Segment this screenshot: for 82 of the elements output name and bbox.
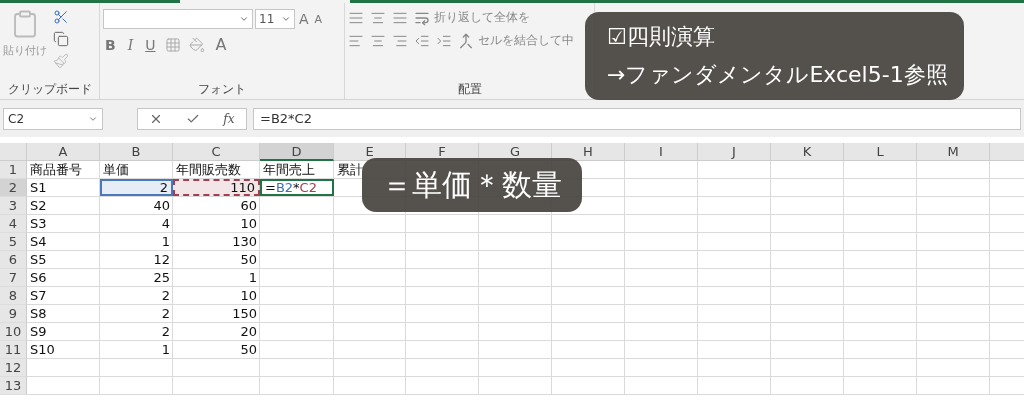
table-cell-text: 1 bbox=[160, 233, 171, 250]
table-cell-text: 1 bbox=[247, 269, 258, 286]
caption-line: →ファンダメンタルExcel5-1参照 bbox=[607, 61, 948, 89]
font-size-field[interactable]: 11 bbox=[255, 9, 295, 29]
insert-function-button[interactable]: fx bbox=[223, 111, 235, 126]
table-cell-text: 1 bbox=[160, 341, 171, 358]
table-cell: 110 bbox=[173, 179, 260, 196]
table-cell-text: 単価 bbox=[102, 161, 130, 178]
row-header[interactable]: 11 bbox=[0, 341, 27, 359]
row-header[interactable]: 8 bbox=[0, 287, 27, 305]
table-cell-text: 年間売上 bbox=[262, 161, 316, 178]
row-header[interactable]: 4 bbox=[0, 215, 27, 233]
table-cell-text: 2 bbox=[160, 323, 171, 340]
table-cell-text: 2 bbox=[160, 287, 171, 304]
group-label: クリップボード bbox=[7, 81, 92, 97]
column-header[interactable]: M bbox=[917, 143, 990, 161]
table-cell-text: S4 bbox=[29, 233, 48, 250]
column-header[interactable]: B bbox=[100, 143, 173, 161]
table-cell-text: 累計 bbox=[336, 161, 364, 178]
row-header[interactable]: 13 bbox=[0, 377, 27, 395]
column-header[interactable]: L bbox=[844, 143, 917, 161]
table-cell-text: 25 bbox=[152, 269, 171, 286]
table-cell-text: 50 bbox=[239, 341, 258, 358]
table-cell-text: S9 bbox=[29, 323, 48, 340]
grow-font-button[interactable]: A bbox=[297, 11, 311, 27]
table-cell-text: S2 bbox=[29, 197, 48, 214]
table-cell-text: S8 bbox=[29, 305, 48, 322]
font-name-field[interactable] bbox=[103, 9, 253, 29]
shrink-font-button[interactable]: A bbox=[312, 12, 325, 26]
table-cell-text: 商品番号 bbox=[29, 161, 83, 178]
row-header[interactable]: 5 bbox=[0, 233, 27, 251]
row-header[interactable]: 1 bbox=[0, 161, 27, 179]
table-cell-text: S1 bbox=[29, 179, 48, 196]
borders-icon[interactable] bbox=[165, 36, 182, 53]
group-label: 配置 bbox=[457, 81, 482, 97]
table-cell-text: S10 bbox=[29, 341, 56, 358]
font-color-button[interactable]: A bbox=[213, 35, 229, 54]
table-cell-text: 2 bbox=[160, 305, 171, 322]
row-header[interactable]: 9 bbox=[0, 305, 27, 323]
italic-button[interactable]: I bbox=[125, 36, 136, 53]
table-cell-text: 20 bbox=[239, 323, 258, 340]
row-header[interactable]: 6 bbox=[0, 251, 27, 269]
column-header[interactable]: D bbox=[260, 143, 334, 161]
table-cell-text: 10 bbox=[239, 215, 258, 232]
bold-button[interactable]: B bbox=[103, 36, 118, 53]
table-cell-text: S5 bbox=[29, 251, 48, 268]
underline-button[interactable]: U bbox=[143, 36, 158, 53]
table-cell-text: 40 bbox=[152, 197, 171, 214]
column-header[interactable]: H bbox=[552, 143, 625, 161]
table-cell-text: S6 bbox=[29, 269, 48, 286]
name-box[interactable]: C2 bbox=[3, 107, 103, 130]
row-header[interactable]: 3 bbox=[0, 197, 27, 215]
column-header[interactable]: C bbox=[173, 143, 260, 161]
column-header[interactable]: J bbox=[698, 143, 771, 161]
row-header[interactable]: 2 bbox=[0, 179, 27, 197]
column-header[interactable]: K bbox=[771, 143, 844, 161]
table-cell-text: 50 bbox=[239, 251, 258, 268]
row-header[interactable]: 12 bbox=[0, 359, 27, 377]
table-cell-text: 年間販売数 bbox=[175, 161, 242, 178]
table-cell-text: 60 bbox=[239, 197, 258, 214]
caption-line: ＝単価＊数量 bbox=[382, 166, 562, 204]
fill-color-icon[interactable] bbox=[189, 36, 206, 53]
row-header[interactable]: 7 bbox=[0, 269, 27, 287]
copy-icon[interactable] bbox=[53, 31, 69, 47]
merge-icon bbox=[458, 32, 474, 49]
table-cell: 2 bbox=[100, 179, 173, 196]
table-cell-text: 10 bbox=[239, 287, 258, 304]
group-label: フォント bbox=[198, 81, 246, 97]
column-header[interactable]: A bbox=[27, 143, 100, 161]
table-cell-text: 150 bbox=[231, 305, 258, 322]
column-header[interactable]: I bbox=[625, 143, 698, 161]
caption-line: ☑四則演算 bbox=[607, 23, 715, 51]
table-cell-text: 130 bbox=[231, 233, 258, 250]
formula-cell: =B2*C2 bbox=[260, 179, 334, 196]
table-cell-text: S7 bbox=[29, 287, 48, 304]
table-cell-text: 4 bbox=[160, 215, 171, 232]
table-cell-text: 12 bbox=[152, 251, 171, 268]
formula-field[interactable]: =B2*C2 bbox=[253, 107, 1021, 130]
cut-icon[interactable] bbox=[53, 9, 69, 25]
format-painter-icon[interactable] bbox=[53, 53, 69, 69]
row-header[interactable]: 10 bbox=[0, 323, 27, 341]
table-cell-text: S3 bbox=[29, 215, 48, 232]
